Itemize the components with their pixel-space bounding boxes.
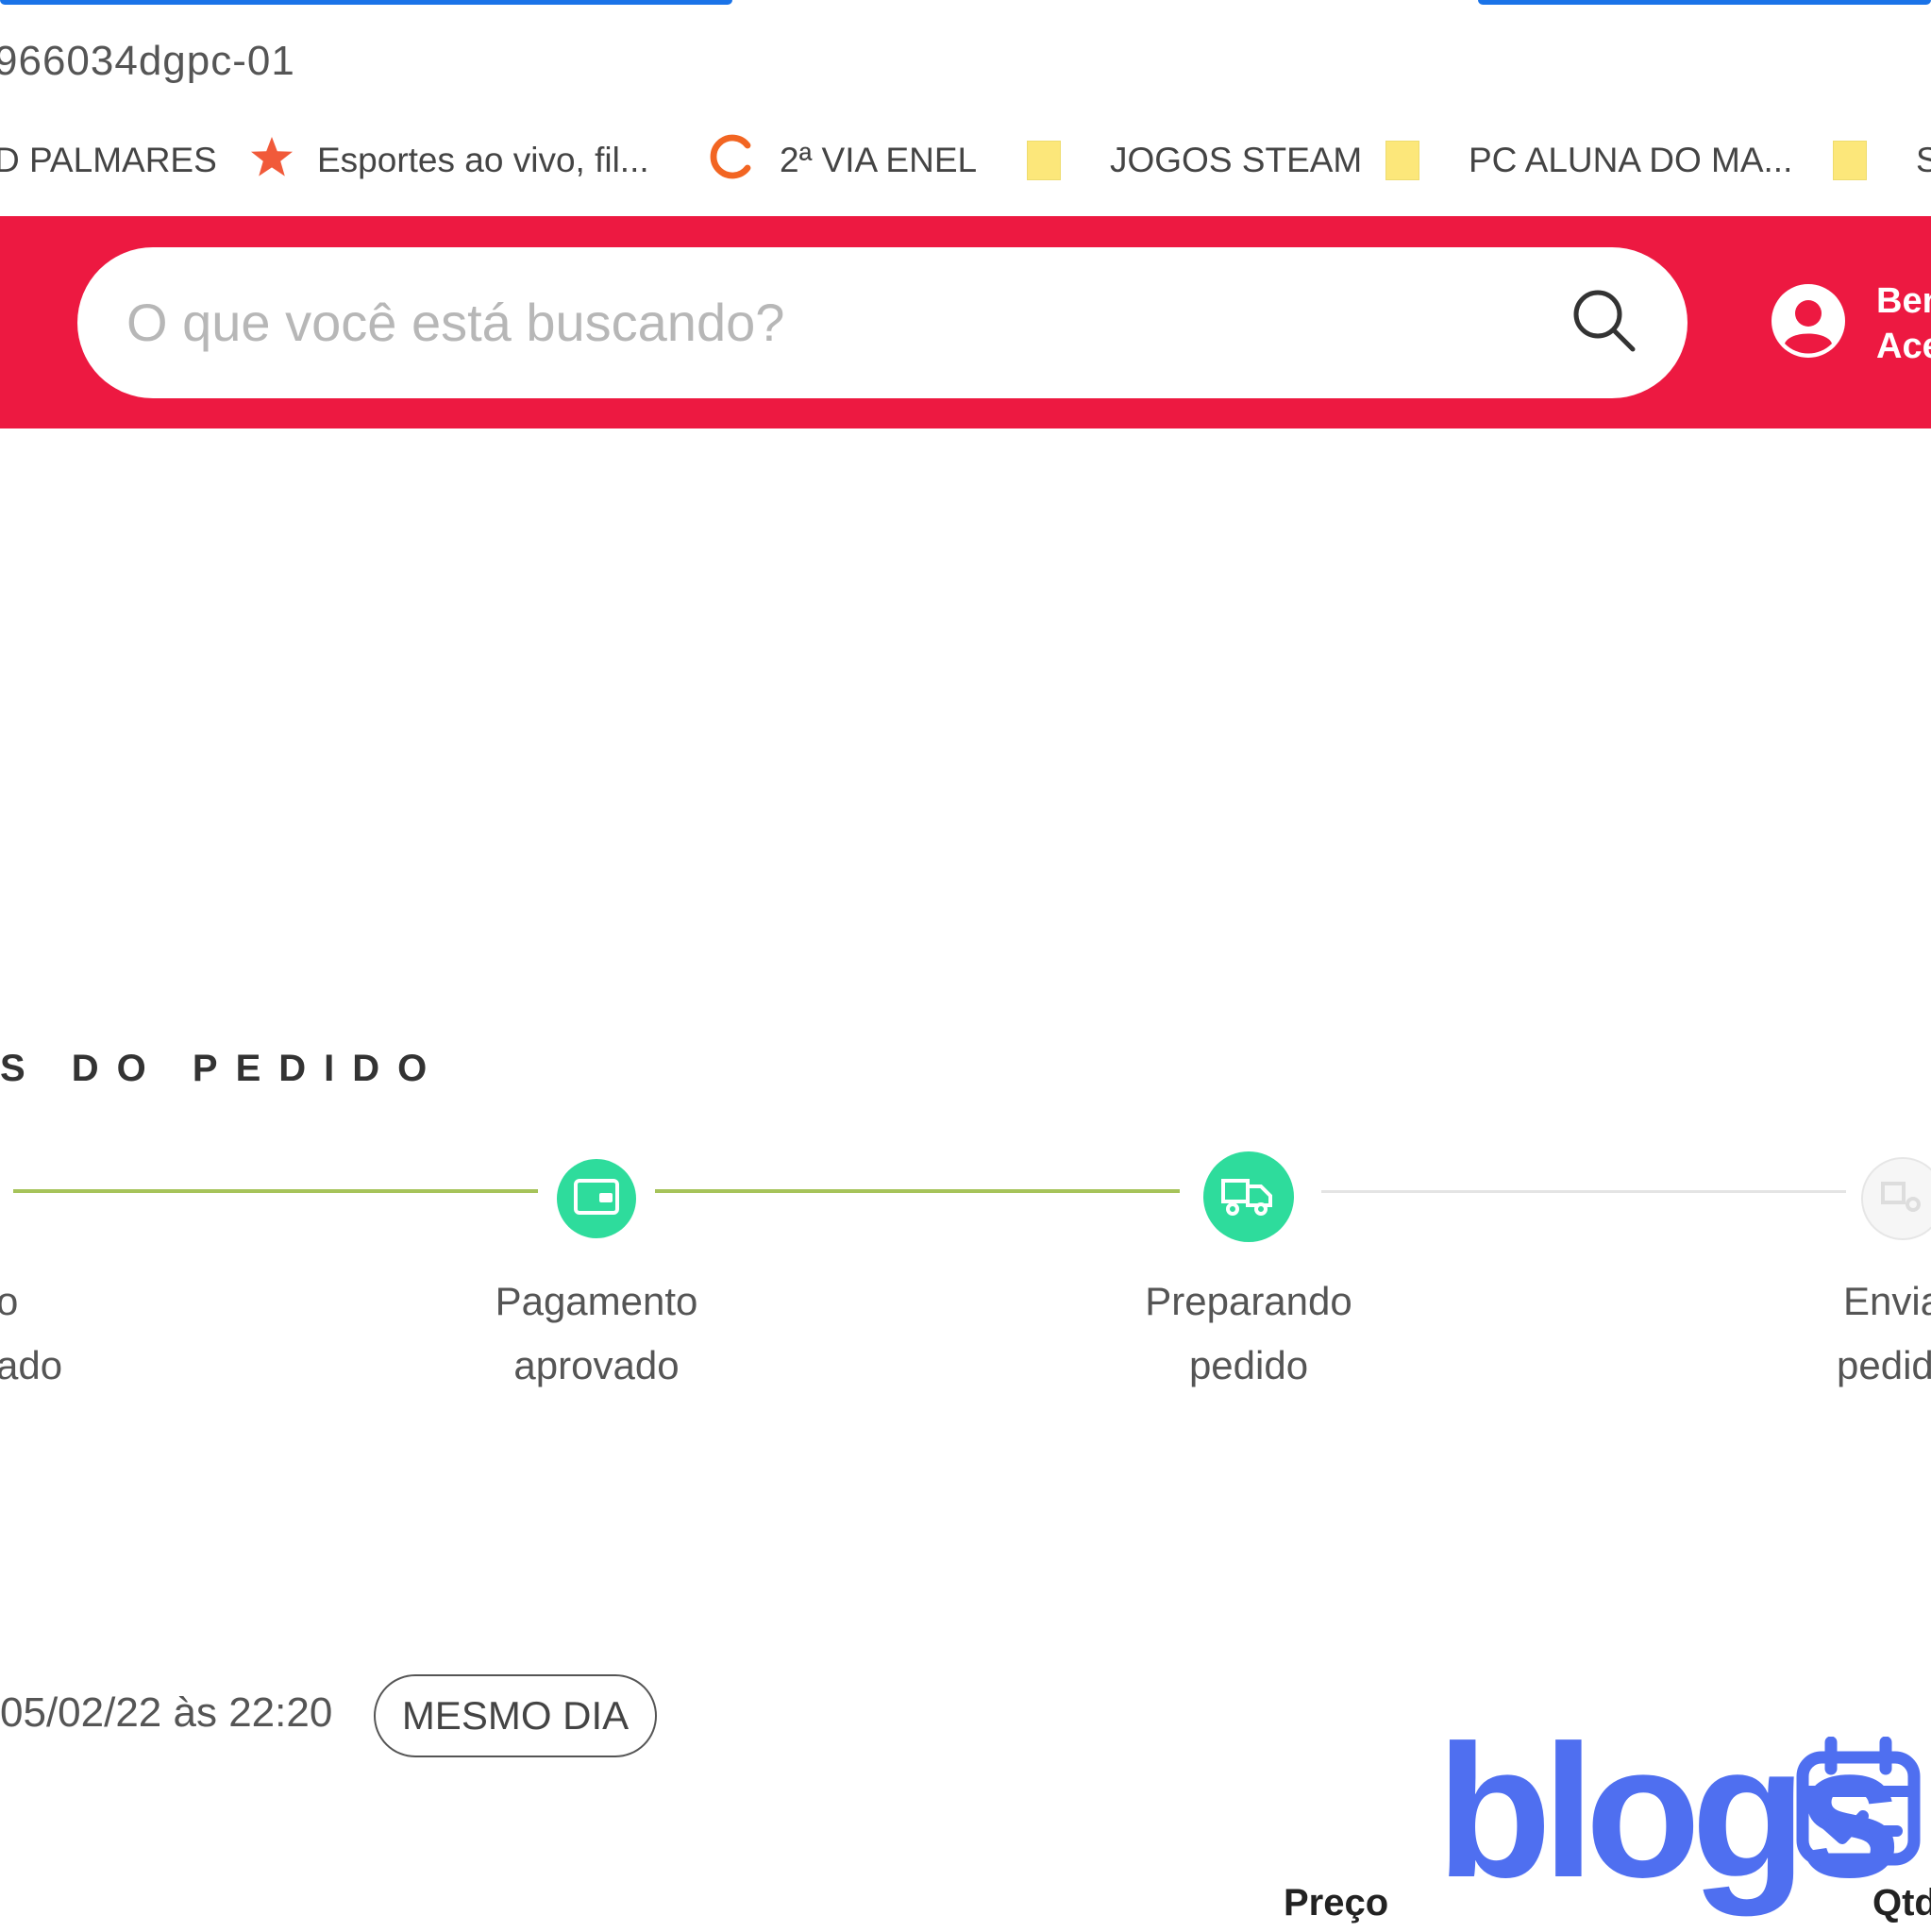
bookmark-palmares[interactable]: D PALMARES [0, 132, 217, 189]
order-date: 05/02/22 às 22:20 [0, 1689, 333, 1736]
bookmark-label: 2ª VIA ENEL [780, 141, 978, 179]
calendar-check-icon [1791, 1736, 1923, 1869]
star-icon [249, 135, 294, 187]
step-label-preparing: Preparando pedido [1088, 1269, 1409, 1398]
bookmark-label: PC ALUNA DO MA... [1469, 141, 1793, 179]
greeting-line1: Ben [1876, 281, 1931, 321]
delivery-icon [1879, 1178, 1926, 1220]
step-label-ordered: o ado [0, 1269, 62, 1398]
step-label-payment: Pagamento aprovado [436, 1269, 757, 1398]
wallet-icon [573, 1178, 620, 1220]
step-label-shipped: Envia pedid [1837, 1269, 1931, 1398]
folder-icon [1385, 141, 1419, 180]
step-payment-circle [557, 1159, 636, 1238]
progress-line-3 [1321, 1190, 1846, 1193]
enel-logo-icon [708, 132, 757, 190]
truck-icon [1219, 1173, 1278, 1221]
bookmark-esportes[interactable]: Esportes ao vivo, fil... [249, 132, 649, 189]
greeting-line2: Ace [1876, 327, 1931, 366]
search-icon[interactable] [1569, 285, 1640, 357]
folder-icon [1833, 141, 1867, 180]
progress-line-2 [655, 1189, 1180, 1193]
bookmark-enel[interactable]: 2ª VIA ENEL [708, 132, 977, 189]
progress-line-1 [13, 1189, 538, 1193]
tab-indicator-right [1478, 0, 1931, 5]
order-status-title: S DO PEDIDO [0, 1048, 445, 1089]
column-header-qty: Qtd [1872, 1882, 1931, 1924]
bookmark-label: SE [1916, 141, 1931, 179]
step-label-line1: Pagamento [495, 1279, 698, 1323]
step-label-line2: aprovado [513, 1343, 680, 1387]
step-label-line2: ado [0, 1343, 63, 1387]
step-shipped-circle [1861, 1157, 1931, 1240]
step-label-line1: Preparando [1145, 1279, 1352, 1323]
search-input[interactable]: O que você está buscando? [126, 292, 784, 353]
column-header-price: Preço [1284, 1882, 1389, 1924]
address-bar-url[interactable]: 966034dgpc-01 [0, 38, 295, 85]
same-day-badge: MESMO DIA [374, 1674, 657, 1757]
user-avatar-icon[interactable] [1769, 281, 1848, 361]
step-label-line1: o [0, 1279, 19, 1323]
bookmark-label: Esportes ao vivo, fil... [317, 141, 649, 179]
bookmark-jogos-steam[interactable]: JOGOS STEAM [1027, 132, 1362, 189]
search-box[interactable]: O que você está buscando? [77, 247, 1688, 398]
bookmark-pc-aluna[interactable]: PC ALUNA DO MA... [1385, 132, 1792, 189]
step-label-line2: pedid [1837, 1343, 1931, 1387]
folder-icon [1027, 141, 1061, 180]
step-label-line1: Envia [1843, 1279, 1931, 1323]
step-label-line2: pedido [1188, 1343, 1309, 1387]
account-greeting[interactable]: Ben Ace [1876, 278, 1931, 369]
bookmark-label: D PALMARES [0, 141, 217, 179]
bookmark-label: JOGOS STEAM [1110, 141, 1363, 179]
tab-indicator-left [0, 0, 732, 5]
step-preparing-circle [1203, 1151, 1294, 1242]
bookmark-se[interactable]: SE [1833, 132, 1931, 189]
